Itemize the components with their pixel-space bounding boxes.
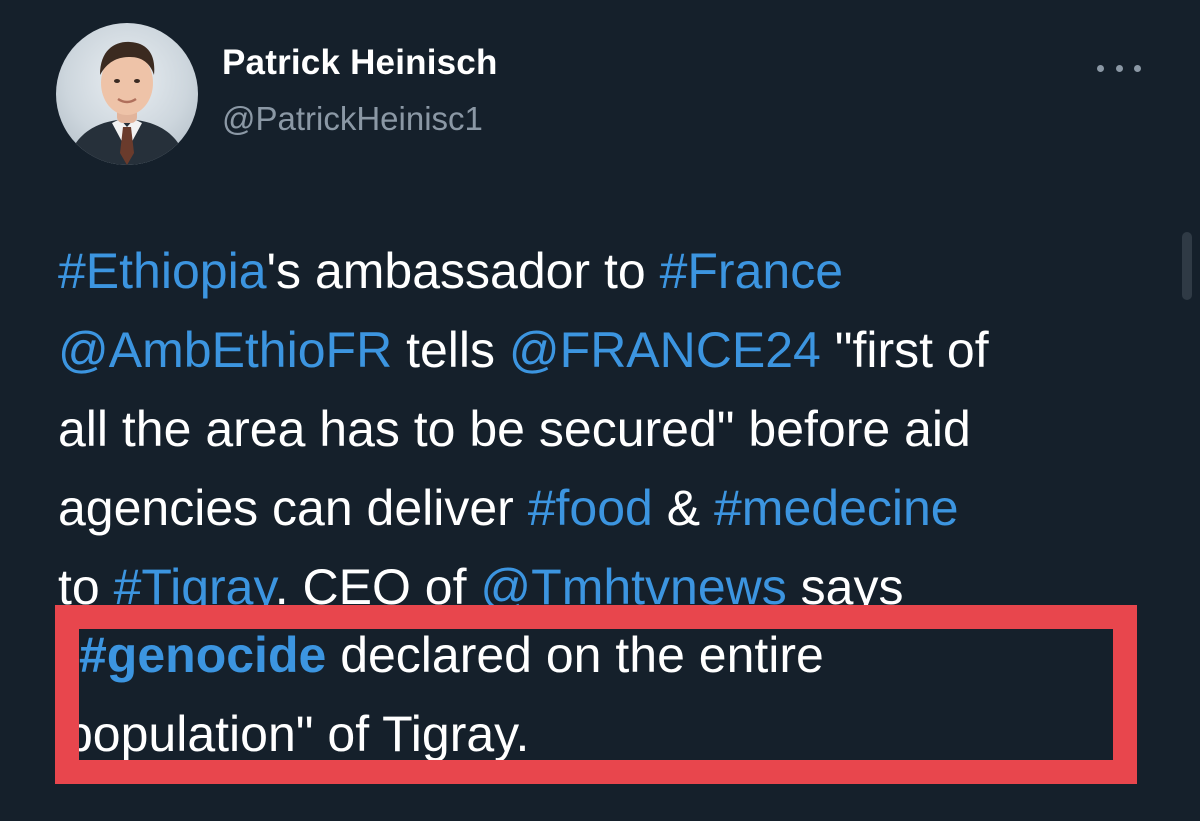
display-name[interactable]: Patrick Heinisch <box>222 43 498 83</box>
hashtag-link[interactable]: #medecine <box>714 480 959 536</box>
text-segment: all the area has to be secured" before a… <box>58 401 971 457</box>
text-segment: tells <box>392 322 509 378</box>
mention-link[interactable]: @Tmhtvnews <box>480 559 786 615</box>
highlighted-excerpt: #genocide declared on the entire populat… <box>79 629 1113 760</box>
tweet-line: population" of Tigray. <box>79 695 1113 760</box>
mention-link[interactable]: @FRANCE24 <box>509 322 821 378</box>
text-segment: says <box>786 559 904 615</box>
tweet-line: #genocide declared on the entire <box>79 629 1113 695</box>
scrollbar[interactable] <box>1182 232 1192 300</box>
dot <box>1134 64 1141 72</box>
text-segment: . CEO of <box>274 559 481 615</box>
text-segment: agencies can deliver <box>58 480 528 536</box>
text-segment: 's ambassador to <box>266 243 660 299</box>
tweet-line: agencies can deliver #food & #medecine <box>58 469 1168 548</box>
highlighted-text: #genocide declared on the entire populat… <box>79 629 1113 760</box>
mention-link[interactable]: @AmbEthioFR <box>58 322 392 378</box>
hashtag-link[interactable]: #France <box>660 243 843 299</box>
tweet-line: @AmbEthioFR tells @FRANCE24 "first of <box>58 311 1168 390</box>
text-segment: to <box>58 559 114 615</box>
text-segment: declared on the entire <box>326 629 824 683</box>
tweet-line: #Ethiopia's ambassador to #France <box>58 232 1168 311</box>
hashtag-link[interactable]: #Ethiopia <box>58 243 267 299</box>
tweet-card[interactable]: Patrick Heinisch @PatrickHeinisc1 #Ethio… <box>0 0 1200 821</box>
more-horizontal-icon[interactable] <box>1097 58 1141 78</box>
tweet-line: all the area has to be secured" before a… <box>58 390 1168 469</box>
text-segment: & <box>652 480 714 536</box>
user-handle[interactable]: @PatrickHeinisc1 <box>222 100 483 138</box>
tweet-line: to #Tigray. CEO of @Tmhtvnews says <box>58 548 1168 627</box>
tweet-text: #Ethiopia's ambassador to #France @AmbEt… <box>58 232 1168 627</box>
hashtag-link[interactable]: #genocide <box>79 629 326 683</box>
dot <box>1115 64 1123 72</box>
text-segment: population" of Tigray. <box>79 706 530 760</box>
avatar[interactable] <box>56 23 198 165</box>
text-segment: "first of <box>820 322 989 378</box>
profile-photo <box>66 41 188 165</box>
hashtag-link[interactable]: #Tigray <box>114 559 275 615</box>
hashtag-link[interactable]: #food <box>528 480 653 536</box>
dot <box>1097 64 1104 72</box>
